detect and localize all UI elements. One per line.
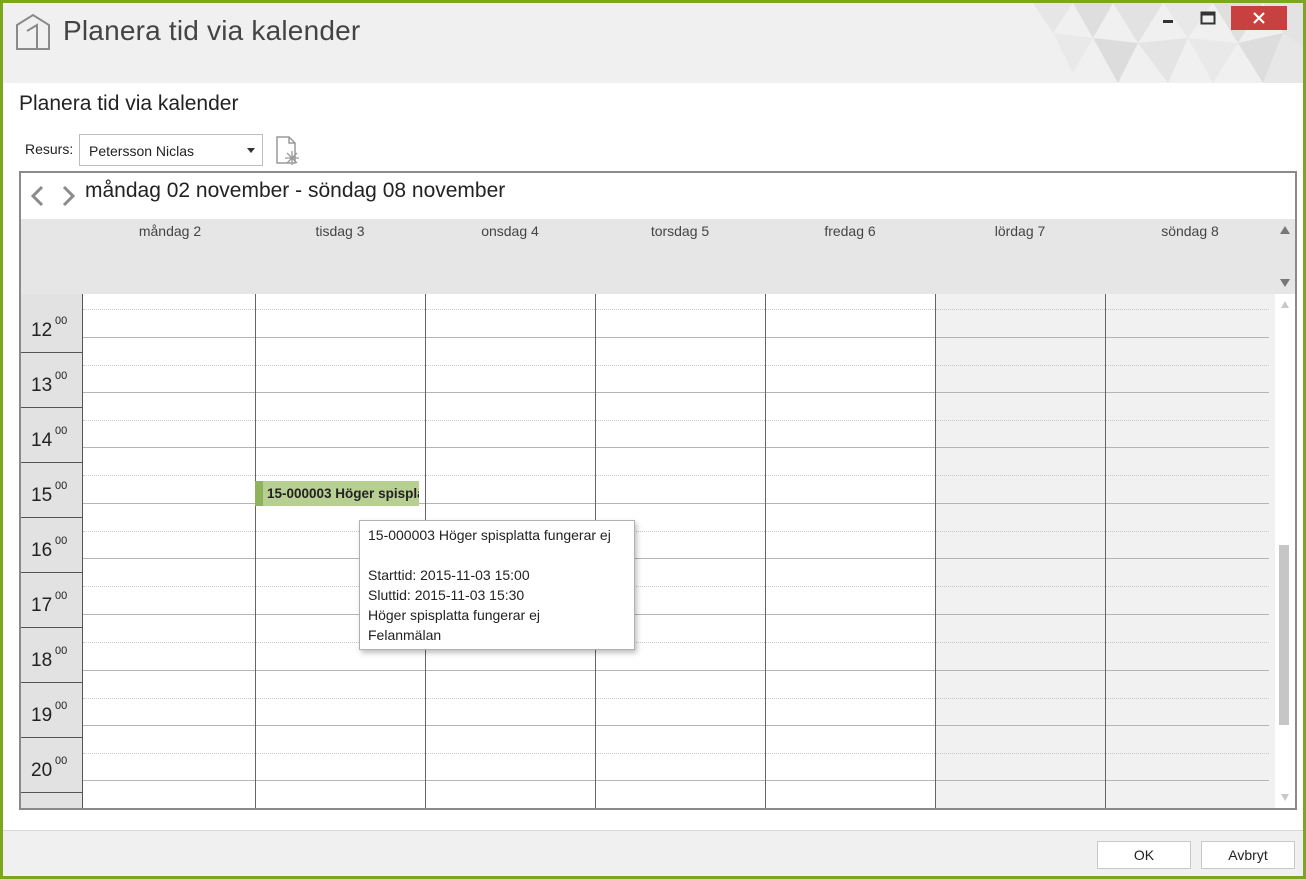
half-hour-line xyxy=(83,420,1269,421)
maximize-icon xyxy=(1200,11,1216,25)
minimize-icon xyxy=(1163,20,1173,23)
dialog-window: Planera tid via kalender Planera tid via… xyxy=(0,0,1306,879)
day-header-thursday[interactable]: torsdag 5 xyxy=(595,223,765,239)
hour-line xyxy=(83,392,1269,393)
vertical-scrollbar[interactable] xyxy=(1275,294,1295,808)
chevron-right-icon[interactable] xyxy=(57,183,79,209)
half-hour-line xyxy=(83,642,1269,643)
half-hour-line xyxy=(83,475,1269,476)
day-divider xyxy=(935,294,936,808)
scroll-up-icon xyxy=(1281,301,1289,308)
hour-line xyxy=(83,558,1269,559)
hour-line xyxy=(83,780,1269,781)
time-label: 17 00 xyxy=(21,573,83,628)
hour-line xyxy=(83,614,1269,615)
time-label: 12 00 xyxy=(21,298,83,353)
calendar-event[interactable]: 15-000003 Höger spisplatta fungerar ej xyxy=(255,481,419,506)
half-hour-line xyxy=(83,698,1269,699)
day-header-wednesday[interactable]: onsdag 4 xyxy=(425,223,595,239)
chevron-down-icon xyxy=(247,148,255,153)
title-bar: Planera tid via kalender xyxy=(3,3,1303,83)
hour-line xyxy=(83,337,1269,338)
resource-select-value: Petersson Niclas xyxy=(89,143,195,159)
half-hour-line xyxy=(83,309,1269,310)
time-label: 18 00 xyxy=(21,628,83,683)
hour-line xyxy=(83,670,1269,671)
clear-document-icon[interactable] xyxy=(273,135,301,167)
time-label: 16 00 xyxy=(21,518,83,573)
house-icon xyxy=(16,13,50,50)
hour-line xyxy=(83,447,1269,448)
tooltip-category: Felanmälan xyxy=(368,627,442,643)
ok-button[interactable]: OK xyxy=(1097,841,1191,869)
tooltip-description: Höger spisplatta fungerar ej xyxy=(368,607,540,623)
day-header-monday[interactable]: måndag 2 xyxy=(85,223,255,239)
close-icon xyxy=(1253,12,1265,24)
half-hour-line xyxy=(83,586,1269,587)
calendar: måndag 02 november - söndag 08 november … xyxy=(19,171,1297,810)
day-header-tuesday[interactable]: tisdag 3 xyxy=(255,223,425,239)
time-label: 13 00 xyxy=(21,353,83,408)
scrollbar-thumb[interactable] xyxy=(1279,545,1289,725)
close-button[interactable] xyxy=(1231,6,1287,30)
time-label: 14 00 xyxy=(21,408,83,463)
day-header-saturday[interactable]: lördag 7 xyxy=(935,223,1105,239)
day-divider xyxy=(1105,294,1106,808)
time-label: 19 00 xyxy=(21,683,83,738)
calendar-grid: 12 00 13 00 14 00 15 00 16 00 17 00 18 00 19 00 … xyxy=(21,294,1295,808)
event-tooltip: 15-000003 Höger spisplatta fungerar ej S… xyxy=(359,520,635,650)
half-hour-line xyxy=(83,753,1269,754)
resource-label: Resurs: xyxy=(25,141,74,157)
chevron-left-icon[interactable] xyxy=(27,183,49,209)
day-header-sunday[interactable]: söndag 8 xyxy=(1105,223,1275,239)
hour-line xyxy=(83,725,1269,726)
scroll-down-icon xyxy=(1281,794,1289,801)
half-hour-line xyxy=(83,531,1269,532)
scroll-up-icon xyxy=(1280,226,1290,234)
page-title: Planera tid via kalender xyxy=(19,92,239,115)
tooltip-end: Sluttid: 2015-11-03 15:30 xyxy=(368,587,525,603)
day-header-row: måndag 2 tisdag 3 onsdag 4 torsdag 5 fre… xyxy=(21,219,1295,294)
event-label: 15-000003 Höger spisplatta fungerar ej xyxy=(267,486,419,501)
cancel-button[interactable]: Avbryt xyxy=(1201,841,1295,869)
minimize-button[interactable] xyxy=(1153,6,1183,30)
half-hour-line xyxy=(83,365,1269,366)
dialog-footer: OK Avbryt xyxy=(3,830,1303,876)
day-header-friday[interactable]: fredag 6 xyxy=(765,223,935,239)
time-column: 12 00 13 00 14 00 15 00 16 00 17 00 18 00 19 00 … xyxy=(21,294,83,808)
day-divider xyxy=(765,294,766,808)
tooltip-title: 15-000003 Höger spisplatta fungerar ej xyxy=(368,527,611,543)
date-range-title: måndag 02 november - söndag 08 november xyxy=(85,179,506,202)
resource-select[interactable]: Petersson Niclas xyxy=(79,134,263,166)
tooltip-start: Starttid: 2015-11-03 15:00 xyxy=(368,567,530,583)
time-label: 15 00 xyxy=(21,463,83,518)
scroll-down-icon xyxy=(1280,279,1290,287)
window-title: Planera tid via kalender xyxy=(63,15,361,46)
time-label: 20 00 xyxy=(21,738,83,793)
day-divider xyxy=(255,294,256,808)
maximize-button[interactable] xyxy=(1191,6,1225,30)
header-scrollbar[interactable] xyxy=(1275,219,1295,294)
